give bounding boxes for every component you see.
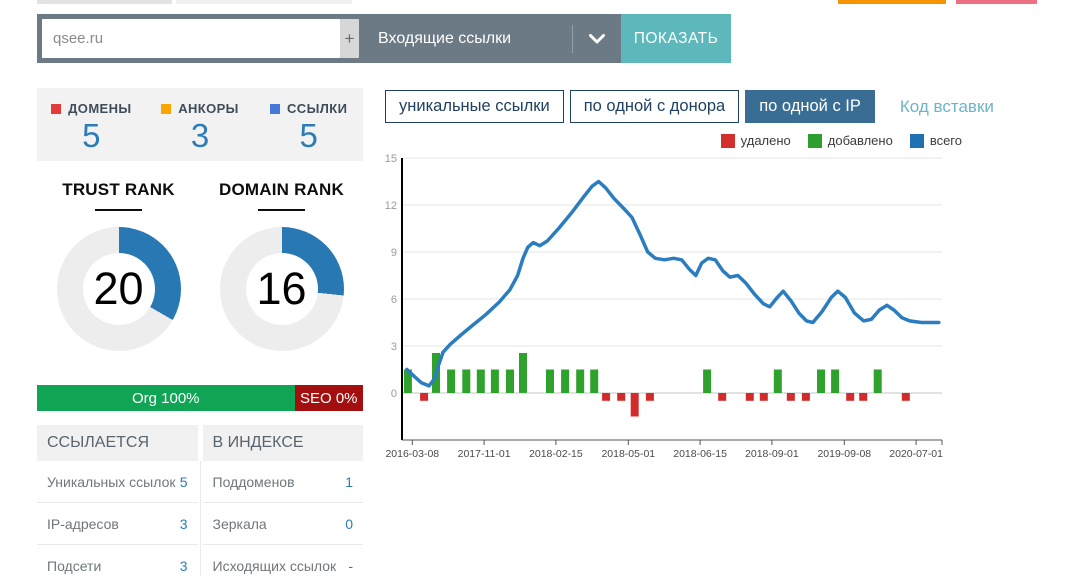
- gauge-ring: 20: [56, 227, 181, 351]
- org-seo-bar: Org 100% SEO 0%: [37, 385, 363, 411]
- table-row: Подсети 3: [37, 545, 198, 576]
- tab-unique-links[interactable]: уникальные ссылки: [385, 90, 564, 123]
- legend-total: всего: [909, 133, 962, 148]
- chart-canvas: 0 3 6 9 12 15 2016-03-08 2017-11-01 2018-02-15 20…: [385, 153, 943, 460]
- top-tab-strip-left2: [176, 0, 352, 4]
- legend-removed: удалено: [720, 133, 791, 148]
- show-button[interactable]: ПОКАЗАТЬ: [621, 14, 731, 63]
- stat-label: ССЫЛКИ: [287, 101, 348, 116]
- gauge-title: DOMAIN RANK: [219, 180, 344, 199]
- stat-label: АНКОРЫ: [178, 101, 239, 116]
- table-row: Уникальных ссылок 5: [37, 461, 198, 503]
- removed-swatch-icon: [720, 133, 735, 148]
- svg-text:2018-09-01: 2018-09-01: [745, 448, 799, 460]
- table-header-indexed: В ИНДЕКСЕ: [202, 425, 363, 461]
- stat-value: 5: [299, 117, 318, 154]
- row-value[interactable]: 5: [180, 474, 188, 490]
- embed-code-link[interactable]: Код вставки: [900, 97, 994, 117]
- row-value[interactable]: 1: [345, 474, 353, 490]
- domains-marker-icon: [51, 103, 62, 114]
- gauge-title: TRUST RANK: [62, 180, 175, 199]
- search-bar: + Входящие ссылки ПОКАЗАТЬ: [37, 14, 731, 63]
- svg-text:2017-11-01: 2017-11-01: [458, 448, 511, 460]
- seo-label: SEO 0%: [300, 389, 358, 407]
- gauge-underline: [258, 209, 305, 211]
- svg-text:2018-06-15: 2018-06-15: [673, 448, 727, 460]
- table-row: Зеркала 0: [202, 503, 363, 545]
- gauge-ring: 16: [219, 227, 344, 351]
- row-value[interactable]: 3: [180, 516, 188, 532]
- row-value[interactable]: 3: [180, 558, 188, 574]
- gauge-value: 16: [256, 263, 307, 314]
- svg-text:15: 15: [385, 153, 397, 165]
- added-swatch-icon: [807, 133, 822, 148]
- row-label: IP-адресов: [47, 515, 119, 532]
- link-stats-table: ССЫЛАЕТСЯ В ИНДЕКСЕ Уникальных ссылок 5 I…: [37, 425, 363, 576]
- chevron-down-icon: [573, 33, 621, 44]
- gauge-underline: [95, 209, 142, 211]
- domain-input[interactable]: [42, 19, 340, 58]
- svg-text:6: 6: [391, 294, 397, 306]
- org-label: Org 100%: [131, 389, 200, 407]
- tab-one-per-donor[interactable]: по одной с донора: [569, 90, 740, 123]
- legend-label: добавлено: [827, 133, 893, 148]
- report-type-select[interactable]: Входящие ссылки: [359, 14, 621, 63]
- row-label: Исходящих ссылок: [212, 557, 337, 574]
- top-button-strip-orange[interactable]: [838, 0, 946, 4]
- svg-text:2019-09-08: 2019-09-08: [817, 448, 871, 460]
- svg-text:2020-07-01: 2020-07-01: [889, 448, 943, 460]
- row-label: Поддоменов: [212, 473, 295, 490]
- stat-domains: ДОМЕНЫ 5: [37, 101, 146, 161]
- table-row: Исходящих ссылок -: [203, 545, 364, 576]
- chart-legend: удалено добавлено всего: [385, 133, 962, 148]
- table-header-refers: ССЫЛАЕТСЯ: [37, 425, 198, 461]
- row-label: Зеркала: [212, 515, 267, 532]
- stat-value: 5: [82, 117, 101, 154]
- stat-links: ССЫЛКИ 5: [254, 101, 363, 161]
- link-mode-tabs: уникальные ссылки по одной с донора по о…: [385, 90, 994, 123]
- stat-label: ДОМЕНЫ: [68, 101, 132, 116]
- stat-anchors: АНКОРЫ 3: [146, 101, 255, 161]
- report-type-label: Входящие ссылки: [378, 29, 512, 47]
- seo-segment: SEO 0%: [294, 385, 363, 411]
- top-tab-strip-left: [37, 0, 172, 4]
- summary-stats: ДОМЕНЫ 5 АНКОРЫ 3 ССЫЛКИ 5: [37, 88, 363, 161]
- stat-value: 3: [190, 117, 210, 154]
- column-divider: [200, 461, 201, 576]
- row-label: Уникальных ссылок: [47, 473, 176, 490]
- top-button-strip-pink[interactable]: [956, 0, 1037, 4]
- svg-text:9: 9: [391, 247, 397, 259]
- legend-label: удалено: [740, 133, 791, 148]
- row-value[interactable]: -: [348, 558, 353, 574]
- legend-label: всего: [929, 133, 962, 148]
- rank-gauges: TRUST RANK 20 DOMAIN RANK 16: [37, 180, 363, 351]
- tab-one-per-ip[interactable]: по одной с IP: [745, 90, 875, 123]
- org-segment: Org 100%: [37, 385, 295, 411]
- svg-text:0: 0: [391, 388, 397, 400]
- links-history-chart: 0 3 6 9 12 15 2016-03-08 2017-11-01 2018-02-15 20…: [385, 150, 962, 465]
- domain-rank-gauge: DOMAIN RANK 16: [200, 180, 363, 351]
- gauge-value: 20: [93, 263, 144, 314]
- app-root: + Входящие ссылки ПОКАЗАТЬ ДОМЕНЫ 5 АНКО…: [0, 0, 1077, 576]
- sidebar: ДОМЕНЫ 5 АНКОРЫ 3 ССЫЛКИ 5 TRUST RANK 20: [37, 88, 363, 576]
- svg-text:2016-03-08: 2016-03-08: [385, 448, 439, 460]
- row-label: Подсети: [47, 557, 102, 574]
- svg-text:12: 12: [385, 200, 397, 212]
- row-value[interactable]: 0: [345, 516, 353, 532]
- svg-text:2018-02-15: 2018-02-15: [529, 448, 583, 460]
- anchors-marker-icon: [161, 103, 172, 114]
- table-row: IP-адресов 3: [37, 503, 198, 545]
- add-domain-button[interactable]: +: [340, 19, 359, 58]
- links-marker-icon: [270, 103, 281, 114]
- trust-rank-gauge: TRUST RANK 20: [37, 180, 200, 351]
- svg-text:2018-05-01: 2018-05-01: [601, 448, 655, 460]
- total-swatch-icon: [909, 133, 924, 148]
- legend-added: добавлено: [807, 133, 893, 148]
- table-row: Поддоменов 1: [202, 461, 363, 503]
- svg-text:3: 3: [391, 341, 397, 353]
